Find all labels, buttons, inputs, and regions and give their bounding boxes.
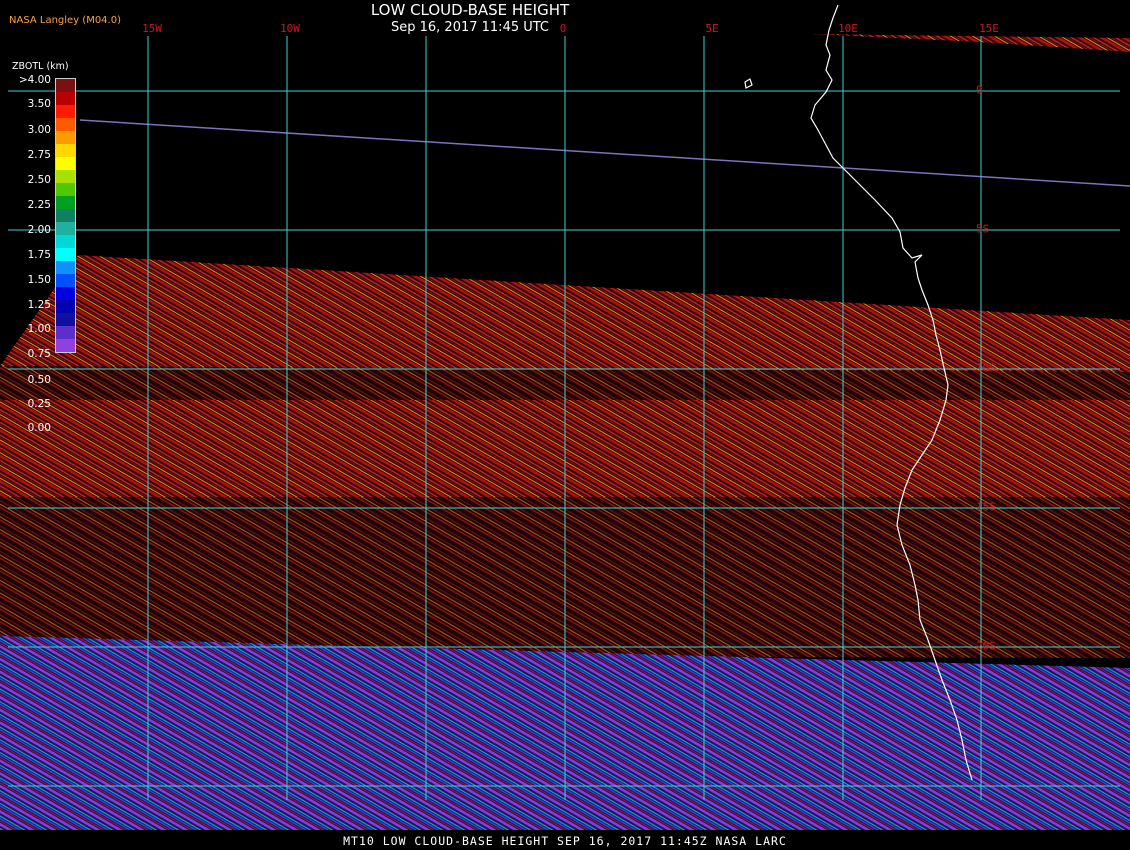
legend-label: 3.00 — [27, 124, 51, 136]
legend-color-cell — [56, 222, 75, 235]
latitude-label-20s: 20S — [976, 639, 996, 653]
legend-label: 2.50 — [27, 174, 51, 186]
legend-color-cell — [56, 131, 75, 144]
cloud-swath-top-right — [812, 34, 1130, 52]
legend-color-cell — [56, 105, 75, 118]
longitude-label-10w: 10W — [280, 22, 300, 35]
legend-label: 0.00 — [27, 422, 51, 434]
legend-label: 1.50 — [27, 274, 51, 286]
legend-color-cell — [56, 79, 75, 92]
longitude-label-15w: 15W — [142, 22, 162, 35]
legend-label: 0.25 — [27, 398, 51, 410]
legend-color-cell — [56, 183, 75, 196]
legend-color-cell — [56, 274, 75, 287]
legend-title: ZBOTL (km) — [12, 61, 69, 72]
legend-label: 3.50 — [27, 98, 51, 110]
map-title: LOW CLOUD-BASE HEIGHT — [370, 1, 570, 19]
island-outline — [744, 78, 753, 89]
longitude-label-0: 0 — [559, 22, 567, 35]
legend-color-cell — [56, 209, 75, 222]
legend-color-cell — [56, 326, 75, 339]
legend-color-cell — [56, 92, 75, 105]
legend-label: 2.25 — [27, 199, 51, 211]
legend-color-cell — [56, 313, 75, 326]
longitude-label-10e: 10E — [838, 22, 858, 35]
legend-color-cell — [56, 196, 75, 209]
producer-label: NASA Langley (M04.0) — [9, 15, 121, 26]
legend-color-cell — [56, 300, 75, 313]
footer-caption: MT10 LOW CLOUD-BASE HEIGHT SEP 16, 2017 … — [343, 834, 787, 848]
latitude-label-0: 0 — [976, 83, 983, 97]
legend-color-cell — [56, 144, 75, 157]
longitude-label-5e: 5E — [705, 22, 719, 35]
legend-label: 2.75 — [27, 149, 51, 161]
latitude-label-5s: 5S — [976, 222, 990, 236]
thin-swath-line — [79, 119, 1130, 187]
legend-color-cell — [56, 261, 75, 274]
legend-label: 1.75 — [27, 249, 51, 261]
legend-color-cell — [56, 339, 75, 352]
latitude-label-15s: 15S — [976, 500, 996, 514]
map-timestamp: Sep 16, 2017 11:45 UTC — [390, 20, 550, 35]
legend-color-cell — [56, 248, 75, 261]
legend-label: 0.50 — [27, 374, 51, 386]
legend-color-cell — [56, 287, 75, 300]
legend-label: 0.75 — [27, 348, 51, 360]
legend-label: >4.00 — [18, 74, 51, 86]
latitude-label-10s: 10S — [976, 361, 996, 375]
legend-color-cell — [56, 157, 75, 170]
map-viewer: LOW CLOUD-BASE HEIGHT Sep 16, 2017 11:45… — [0, 0, 1130, 850]
legend-color-cell — [56, 170, 75, 183]
legend-label: 1.00 — [27, 323, 51, 335]
color-legend-bar — [55, 78, 76, 353]
legend-label: 2.00 — [27, 224, 51, 236]
longitude-label-15e: 15E — [979, 22, 999, 35]
cloud-base-map — [0, 4, 1130, 830]
legend-color-cell — [56, 118, 75, 131]
legend-label: 1.25 — [27, 299, 51, 311]
legend-color-cell — [56, 235, 75, 248]
